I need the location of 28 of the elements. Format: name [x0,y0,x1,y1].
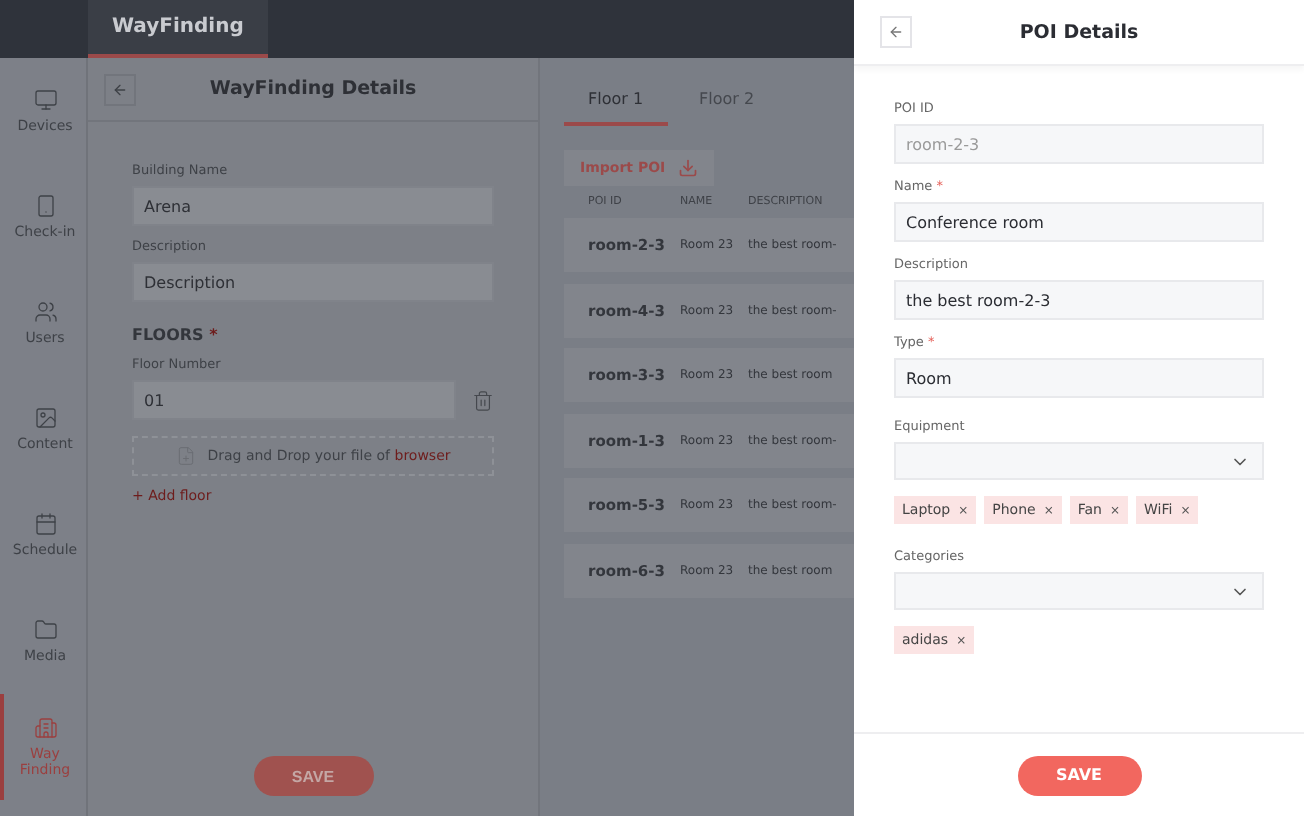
select-field[interactable] [894,442,1264,480]
input-field[interactable]: Conference room [894,202,1264,242]
folder-icon [33,618,57,642]
floor-tab[interactable]: Floor 1 [564,82,668,126]
panel-title: WayFinding Details [207,78,419,100]
users-icon [33,300,57,324]
input-field[interactable]: 01 [132,380,456,420]
input-field[interactable]: Room [894,358,1264,398]
save-button[interactable]: SAVE [253,756,373,796]
download-icon [677,158,698,178]
input-field[interactable]: the best room-2-3 [894,280,1264,320]
phone-icon [33,194,57,218]
input-field[interactable]: Description [132,262,494,302]
input-field[interactable]: Arena [132,186,494,226]
back-arrow-icon [888,24,904,40]
floor-tab[interactable]: Floor 2 [675,82,779,126]
back-button[interactable] [104,73,136,105]
building-icon [33,716,57,740]
trash-icon[interactable] [472,389,494,411]
select-field[interactable] [894,572,1264,610]
top-tab[interactable]: WayFinding [88,0,268,58]
back-arrow-icon [112,81,128,97]
calendar-icon [33,512,57,536]
monitor-icon [33,88,57,112]
section-heading: FLOORS * [132,326,220,344]
save-button[interactable]: SAVE [1017,755,1141,795]
image-icon [33,406,57,430]
drawer-title: POI Details [1017,21,1141,43]
